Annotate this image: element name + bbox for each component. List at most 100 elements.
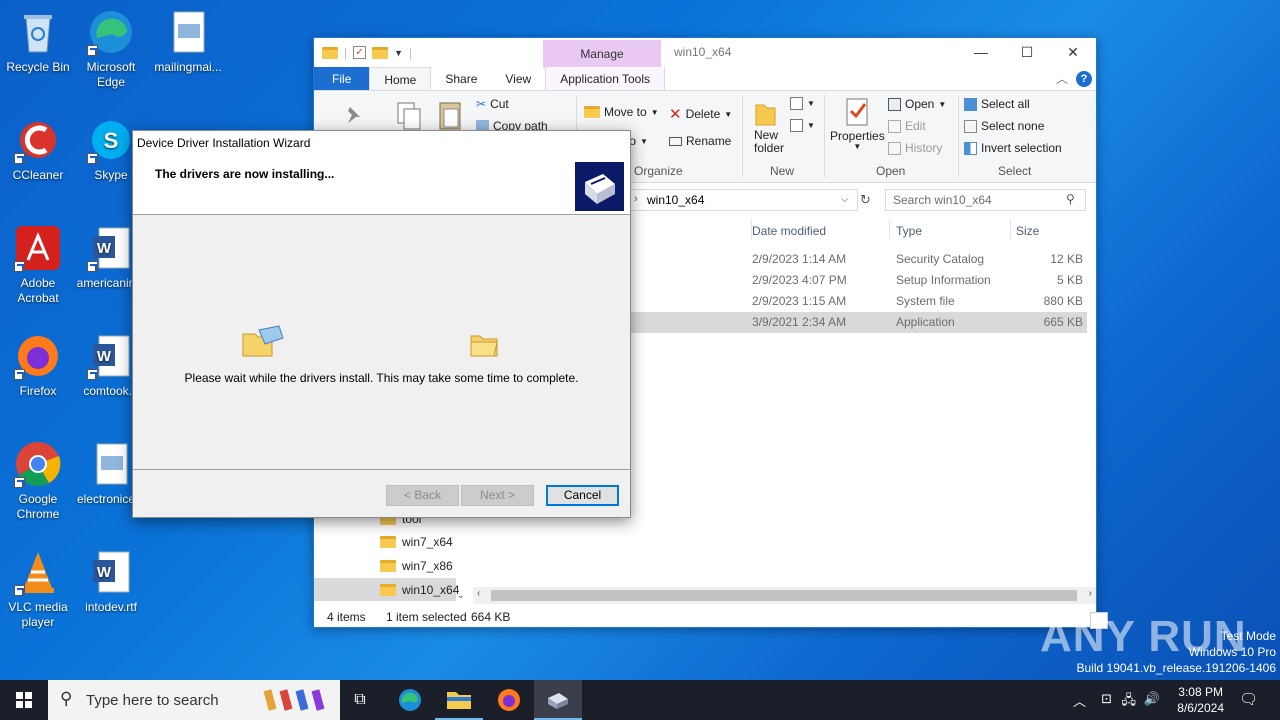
select-all-button[interactable]: Select all	[964, 97, 1030, 111]
search-input[interactable]: Search win10_x64	[885, 189, 1086, 211]
explorer-titlebar[interactable]: | ✓ ▼ | Manage win10_x64 — ☐ ✕	[314, 38, 1096, 68]
new-folder-button[interactable]: New folder	[754, 99, 794, 155]
column-header-date[interactable]: Date modified	[752, 224, 826, 238]
cut-button[interactable]: ✂ Cut	[476, 97, 509, 111]
history-icon	[888, 141, 901, 155]
column-header-size[interactable]: Size	[1016, 224, 1039, 238]
watermark-line: Windows 10 Pro	[1188, 645, 1276, 659]
file-row-selected[interactable]: 3/9/2021 2:34 AM Application 665 KB	[627, 312, 1087, 333]
tab-application-tools[interactable]: Application Tools	[545, 67, 666, 90]
desktop-icon-vlc[interactable]: VLC media player	[0, 548, 76, 630]
nav-item-win7-x86[interactable]: win7_x86	[380, 559, 453, 573]
desktop-icon-chrome[interactable]: Google Chrome	[0, 440, 76, 522]
file-date: 2/9/2023 1:15 AM	[752, 294, 847, 308]
desktop-icon-firefox[interactable]: Firefox	[0, 332, 76, 399]
properties-check-icon[interactable]: ✓	[353, 46, 367, 59]
tab-home[interactable]: Home	[369, 67, 432, 90]
acrobat-icon	[14, 224, 62, 272]
volume-icon[interactable]: 🔊	[1144, 691, 1160, 707]
desktop-icon-ccleaner[interactable]: CCleaner	[0, 116, 76, 183]
copy-icon[interactable]	[396, 101, 422, 131]
start-button[interactable]	[0, 680, 48, 720]
scroll-left-icon[interactable]: ‹	[477, 588, 480, 599]
column-header-type[interactable]: Type	[896, 224, 922, 238]
word-doc-icon: W	[87, 548, 135, 596]
move-to-button[interactable]: Move to ▼	[584, 105, 659, 119]
desktop-icon-recycle-bin[interactable]: Recycle Bin	[0, 8, 76, 75]
close-button[interactable]: ✕	[1050, 38, 1096, 67]
firefox-icon	[14, 332, 62, 380]
image-file-icon	[87, 440, 135, 488]
file-size: 665 KB	[1043, 315, 1083, 329]
refresh-icon[interactable]: ↻	[860, 192, 871, 208]
taskbar-edge[interactable]	[386, 680, 434, 720]
maximize-button[interactable]: ☐	[1004, 38, 1050, 67]
new-folder-icon[interactable]	[372, 46, 389, 59]
minimize-button[interactable]: —	[958, 38, 1004, 67]
new-item-icon	[790, 97, 803, 110]
back-button[interactable]: < Back	[386, 485, 459, 506]
properties-button[interactable]: Properties ▼	[830, 97, 885, 151]
scroll-right-icon[interactable]: ›	[1089, 588, 1092, 599]
new-item-button[interactable]: ▼	[790, 97, 815, 110]
open-button[interactable]: Open ▼	[888, 97, 946, 111]
desktop-icon-image-1[interactable]: mailingmai...	[150, 8, 226, 75]
edit-button[interactable]: Edit	[888, 119, 926, 133]
tab-share[interactable]: Share	[431, 67, 491, 90]
file-row[interactable]: 2/9/2023 4:07 PM Setup Information 5 KB	[627, 270, 1087, 291]
file-size: 880 KB	[1043, 294, 1083, 308]
clock[interactable]: 3:08 PM 8/6/2024	[1177, 684, 1224, 716]
wizard-titlebar[interactable]: Device Driver Installation Wizard	[133, 131, 630, 155]
chrome-icon	[14, 440, 62, 488]
address-dropdown-icon[interactable]: ⌵	[841, 194, 849, 205]
image-file-icon	[164, 8, 212, 56]
group-separator	[742, 95, 743, 177]
nav-item-win10-x64[interactable]: win10_x64	[380, 583, 459, 597]
separator: |	[344, 45, 348, 60]
nav-item-win7-x64[interactable]: win7_x64	[380, 535, 453, 549]
clock-time: 3:08 PM	[1178, 685, 1223, 699]
search-highlight-icon	[262, 686, 328, 718]
tab-manage[interactable]: Manage	[543, 40, 661, 68]
nav-item-label: win7_x86	[402, 559, 453, 573]
invert-selection-button[interactable]: Invert selection	[964, 141, 1062, 155]
collapse-ribbon-icon[interactable]: ︿	[1056, 70, 1068, 87]
notification-center-icon[interactable]: 🗨	[1239, 690, 1258, 708]
wizard-message: Please wait while the drivers install. T…	[184, 371, 579, 385]
tab-view[interactable]: View	[491, 67, 545, 90]
tab-file[interactable]: File	[314, 67, 370, 90]
network-adapter-icon[interactable]: ⊡	[1101, 691, 1112, 707]
file-row[interactable]: 2/9/2023 1:15 AM System file 880 KB	[627, 291, 1087, 312]
next-button[interactable]: Next >	[461, 485, 534, 506]
taskbar-driver-wizard[interactable]	[534, 680, 582, 720]
taskbar-file-explorer[interactable]	[435, 680, 483, 720]
rename-button[interactable]: Rename	[669, 134, 731, 148]
pin-icon[interactable]	[344, 105, 362, 123]
desktop-icon-word-doc-3[interactable]: W intodev.rtf	[73, 548, 149, 615]
desktop-icon-label: Firefox	[19, 384, 57, 398]
select-none-button[interactable]: Select none	[964, 119, 1044, 133]
delete-button[interactable]: ✕ Delete ▼	[669, 105, 732, 123]
history-button[interactable]: History	[888, 141, 942, 155]
desktop-icon-edge[interactable]: Microsoft Edge	[73, 8, 149, 90]
cancel-button[interactable]: Cancel	[546, 485, 619, 506]
desktop-icon-acrobat[interactable]: Adobe Acrobat	[0, 224, 76, 306]
chevron-down-icon[interactable]: ▼	[394, 48, 403, 58]
network-icon[interactable]: 🖧	[1122, 691, 1137, 713]
easy-access-button[interactable]: ▼	[790, 119, 815, 132]
recycle-bin-icon	[14, 8, 62, 56]
nav-scroll-down-icon[interactable]: ⌄	[457, 590, 465, 601]
scrollbar-thumb[interactable]	[491, 590, 1077, 601]
help-icon[interactable]: ?	[1076, 71, 1092, 87]
horizontal-scrollbar[interactable]: ‹ ›	[473, 587, 1096, 604]
paste-icon[interactable]	[438, 99, 462, 131]
task-view-button[interactable]: ⧉	[336, 680, 384, 720]
tray-overflow-icon[interactable]: ︿	[1073, 691, 1086, 710]
driver-install-wizard[interactable]: Device Driver Installation Wizard The dr…	[132, 130, 631, 518]
taskbar-firefox[interactable]	[485, 680, 533, 720]
chevron-down-icon: ▼	[650, 107, 659, 117]
file-row[interactable]: 2/9/2023 1:14 AM Security Catalog 12 KB	[627, 249, 1087, 270]
group-separator	[958, 95, 959, 177]
taskbar-search[interactable]: ⚲ Type here to search	[48, 680, 340, 720]
address-bar[interactable]: win10_x64	[628, 189, 858, 211]
